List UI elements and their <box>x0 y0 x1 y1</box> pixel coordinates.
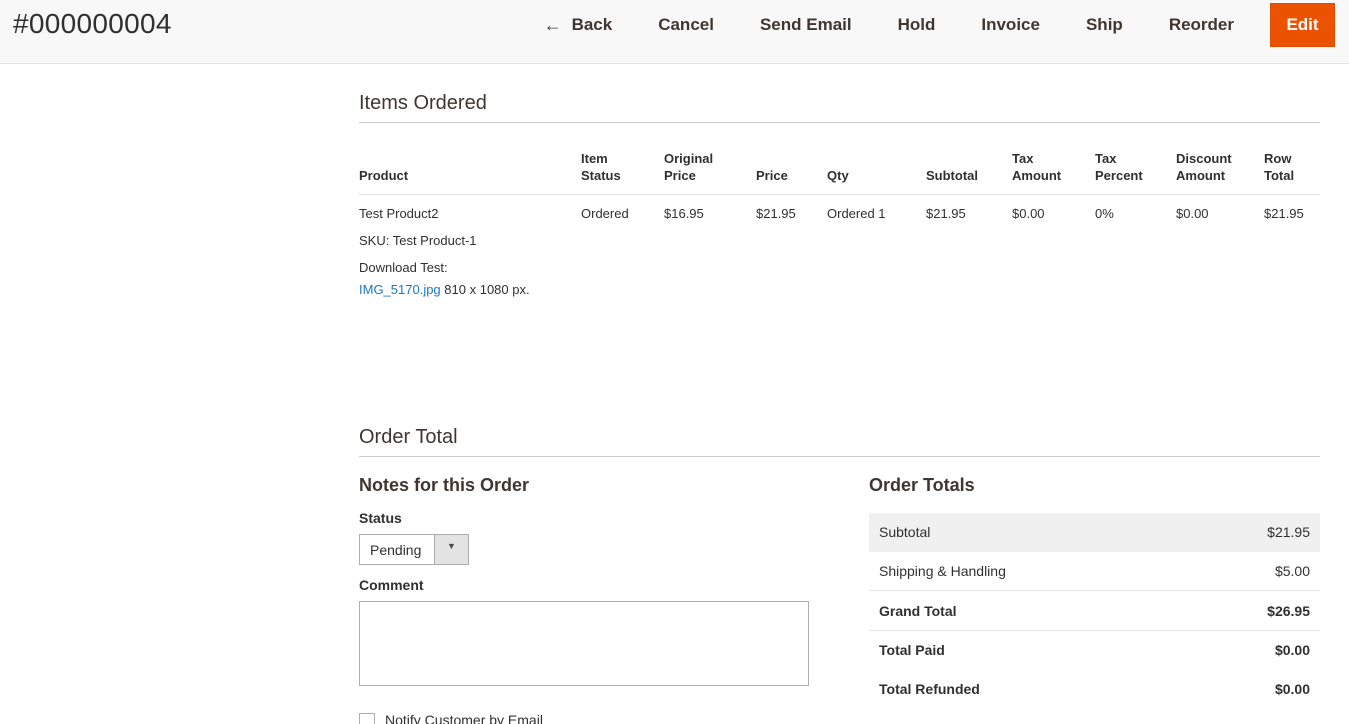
price: $21.95 <box>756 206 796 221</box>
reorder-button[interactable]: Reorder <box>1146 3 1257 47</box>
arrow-left-icon: ← <box>543 14 562 35</box>
column-header-row-total: Row Total <box>1264 151 1295 183</box>
triangle-down-icon: ▼ <box>447 541 456 551</box>
column-header-tax-percent: Tax Percent <box>1095 151 1143 183</box>
status-label: Status <box>359 510 402 526</box>
page-title: #000000004 <box>13 8 172 39</box>
cancel-button[interactable]: Cancel <box>635 3 737 47</box>
divider <box>359 122 1320 123</box>
page-header: #000000004 ← Back Cancel Send Email Hold… <box>0 0 1349 64</box>
subtotal: $21.95 <box>926 206 966 221</box>
column-header-tax-amount: Tax Amount <box>1012 151 1062 183</box>
qty: Ordered 1 <box>827 206 886 221</box>
product-option-label: Download Test: <box>359 260 448 275</box>
column-header-product: Product <box>359 168 409 183</box>
back-button[interactable]: ← Back <box>521 3 636 47</box>
divider <box>359 456 1320 457</box>
file-link[interactable]: IMG_5170.jpg <box>359 282 441 297</box>
notify-label: Notify Customer by Email <box>385 712 543 724</box>
status-select-value: Pending <box>370 542 422 558</box>
original-price: $16.95 <box>664 206 704 221</box>
order-total-title: Order Total <box>359 426 458 448</box>
items-ordered-title: Items Ordered <box>359 92 487 114</box>
column-header-item-status: Item Status <box>581 151 621 183</box>
file-dimensions: 810 x 1080 px. <box>444 282 530 297</box>
tax-amount: $0.00 <box>1012 206 1045 221</box>
send-email-button[interactable]: Send Email <box>737 3 875 47</box>
totals-row-grand-total: Grand Total $26.95 <box>869 592 1320 631</box>
column-header-subtotal: Subtotal <box>926 168 978 183</box>
product-option-value: IMG_5170.jpg 810 x 1080 px. <box>359 281 530 298</box>
item-status: Ordered <box>581 206 629 221</box>
comment-label: Comment <box>359 577 424 593</box>
ship-button[interactable]: Ship <box>1063 3 1146 47</box>
row-total: $21.95 <box>1264 206 1304 221</box>
hold-button[interactable]: Hold <box>875 3 959 47</box>
tax-percent: 0% <box>1095 206 1114 221</box>
product-name: Test Product2 <box>359 206 439 221</box>
product-sku: SKU: Test Product-1 <box>359 233 477 248</box>
discount-amount: $0.00 <box>1176 206 1209 221</box>
notify-checkbox[interactable] <box>359 713 375 724</box>
order-totals-title: Order Totals <box>869 475 975 495</box>
select-toggle[interactable]: ▼ <box>434 535 468 564</box>
edit-button[interactable]: Edit <box>1270 3 1335 47</box>
invoice-button[interactable]: Invoice <box>958 3 1063 47</box>
totals-row-shipping: Shipping & Handling $5.00 <box>869 552 1320 591</box>
totals-row-subtotal: Subtotal $21.95 <box>869 513 1320 552</box>
status-select[interactable]: Pending ▼ <box>359 534 469 565</box>
column-header-qty: Qty <box>827 168 849 183</box>
back-button-label: Back <box>571 15 613 34</box>
column-header-price: Price <box>756 168 788 183</box>
column-header-discount-amount: Discount Amount <box>1176 151 1232 183</box>
totals-row-total-refunded: Total Refunded $0.00 <box>879 681 1310 697</box>
comment-textarea[interactable] <box>359 601 809 686</box>
notes-title: Notes for this Order <box>359 475 530 495</box>
column-header-original-price: Original Price <box>664 151 714 183</box>
table-header-divider <box>359 194 1320 195</box>
totals-row-total-paid: Total Paid $0.00 <box>879 642 1310 658</box>
page-actions: ← Back Cancel Send Email Hold Invoice Sh… <box>521 3 1335 47</box>
